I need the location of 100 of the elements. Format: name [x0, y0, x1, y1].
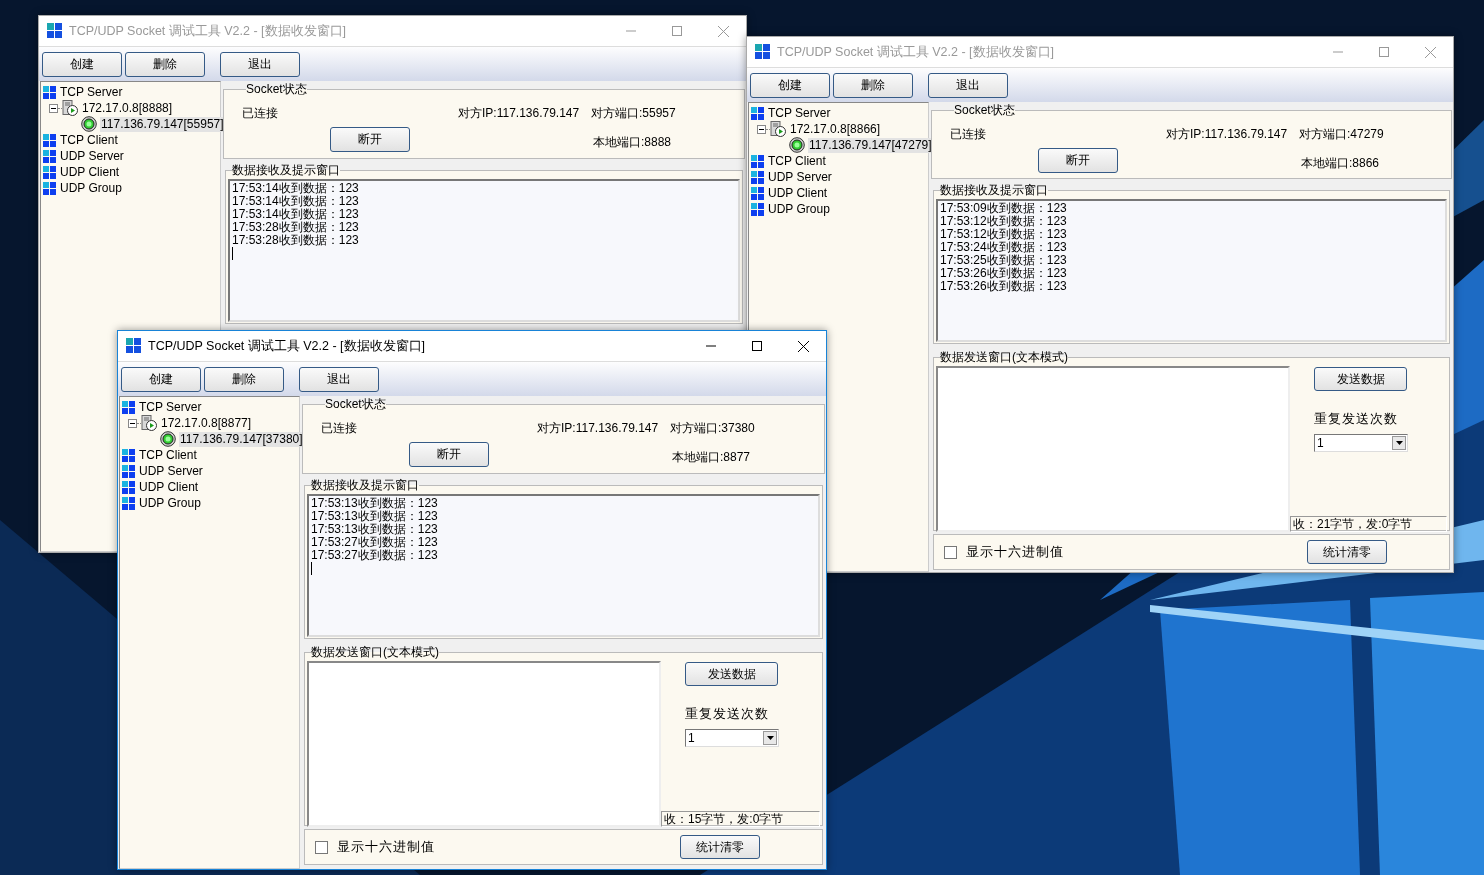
log-line: 17:53:12收到数据：123 [940, 228, 1068, 242]
connection-icon [81, 116, 97, 132]
local-port-label: 本地端口:8877 [672, 449, 751, 466]
tree-item[interactable]: 172.17.0.8[8877] [160, 415, 253, 431]
reset-stats-button[interactable]: 统计清零 [1307, 540, 1387, 565]
window-title: TCP/UDP Socket 调试工具 V2.2 - [数据收发窗口] [777, 43, 1056, 61]
peer-ip-label: 对方IP:117.136.79.147 [537, 420, 660, 437]
hex-checkbox[interactable] [944, 545, 957, 559]
tree-item[interactable]: UDP Client [138, 479, 200, 495]
peer-port-label: 对方端口:37380 [670, 420, 755, 437]
app-icon [126, 338, 142, 354]
tree-item[interactable]: UDP Group [138, 495, 202, 511]
tree-item[interactable]: 117.136.79.147[37380] [179, 431, 304, 447]
repeat-count-label: 重复发送次数 [685, 706, 769, 723]
checkbox-label: 显示十六进制值 [337, 838, 435, 856]
tree-item[interactable]: TCP Server [767, 105, 832, 121]
toolbar-button[interactable]: 创建 [42, 51, 122, 77]
log-line: 17:53:14收到数据：123 [232, 182, 360, 195]
log-line: 17:53:13收到数据：123 [311, 497, 439, 510]
connection-status: 已连接 [321, 420, 358, 437]
peer-port-label: 对方端口:55957 [591, 105, 676, 122]
log-line: 17:53:26收到数据：123 [940, 280, 1068, 294]
maximize-icon [752, 341, 762, 351]
repeat-count-dropdown[interactable]: 1 [1314, 434, 1408, 453]
tree-item[interactable]: 117.136.79.147[47279] [808, 137, 933, 153]
connection-status: 已连接 [242, 105, 279, 122]
connection-status: 已连接 [950, 126, 987, 143]
peer-ip-label: 对方IP:117.136.79.147 [458, 105, 581, 122]
tree-item[interactable]: UDP Server [767, 169, 833, 185]
log-line: 17:53:12收到数据：123 [940, 215, 1068, 229]
close-icon [717, 25, 729, 37]
send-data-button[interactable]: 发送数据 [685, 662, 778, 686]
send-text-field[interactable] [936, 366, 1290, 533]
tree-item[interactable]: 172.17.0.8[8888] [81, 100, 174, 116]
toolbar-button[interactable]: 退出 [928, 72, 1008, 98]
toolbar-button[interactable]: 创建 [121, 366, 201, 392]
collapse-toggle-icon[interactable] [49, 103, 58, 113]
log-line: 17:53:24收到数据：123 [940, 241, 1068, 255]
local-port-label: 本地端口:8866 [1301, 155, 1380, 172]
tree-item[interactable]: TCP Client [767, 153, 827, 169]
peer-port-label: 对方端口:47279 [1299, 126, 1384, 143]
window-title: TCP/UDP Socket 调试工具 V2.2 - [数据收发窗口] [148, 337, 427, 355]
server-play-icon [770, 121, 786, 137]
send-data-button[interactable]: 发送数据 [1314, 367, 1407, 392]
receive-text-area[interactable]: 17:53:14收到数据：123 17:53:14收到数据：123 17:53:14收到数据：123 17:53:28收到数据：123 17:53:28收到数据：123 [228, 179, 740, 322]
log-line: 17:53:13收到数据：123 [311, 523, 439, 536]
toolbar-button[interactable]: 删除 [833, 72, 913, 98]
caret-icon [1395, 441, 1403, 446]
log-line: 17:53:25收到数据：123 [940, 254, 1068, 268]
repeat-count-dropdown[interactable]: 1 [685, 729, 779, 747]
tree-item[interactable]: UDP Client [59, 164, 121, 180]
tree-item[interactable]: UDP Group [767, 201, 831, 217]
group-title: 数据接收及提示窗口 [311, 477, 419, 494]
tree-item[interactable]: TCP Server [138, 399, 203, 415]
group-title: 数据接收及提示窗口 [940, 182, 1048, 200]
maximize-icon [672, 26, 682, 36]
reset-stats-button[interactable]: 统计清零 [680, 835, 760, 859]
toolbar-button[interactable]: 退出 [220, 51, 300, 77]
tree-item[interactable]: TCP Client [138, 447, 198, 463]
hex-checkbox[interactable] [315, 840, 328, 854]
disconnect-button[interactable]: 断开 [1038, 148, 1118, 173]
tree-item[interactable]: 172.17.0.8[8866] [789, 121, 882, 137]
toolbar-button[interactable]: 删除 [204, 366, 284, 392]
tree-item[interactable]: UDP Server [59, 148, 125, 164]
disconnect-button[interactable]: 断开 [330, 127, 410, 152]
send-text-field[interactable] [307, 661, 661, 827]
maximize-icon [1379, 47, 1389, 57]
receive-text-area[interactable]: 17:53:09收到数据：123 17:53:12收到数据：123 17:53:12收到数据：123 17:53:24收到数据：123 17:53:25收到数据：123 17:53:26收到数据：123 17:53:26收到数据：123 [936, 199, 1447, 343]
checkbox-label: 显示十六进制值 [966, 543, 1064, 561]
log-line: 17:53:26收到数据：123 [940, 267, 1068, 281]
disconnect-button[interactable]: 断开 [409, 442, 489, 467]
group-title: Socket状态 [954, 102, 1015, 119]
connection-icon [789, 137, 805, 153]
tree-item[interactable]: UDP Group [59, 180, 123, 196]
tree-item[interactable]: TCP Client [59, 132, 119, 148]
toolbar-button[interactable]: 创建 [750, 72, 830, 98]
log-line: 17:53:27收到数据：123 [311, 536, 439, 549]
connection-icon [160, 431, 176, 447]
log-line: 17:53:14收到数据：123 [232, 195, 360, 208]
group-title: 数据接收及提示窗口 [232, 162, 340, 179]
receive-text-area[interactable]: 17:53:13收到数据：123 17:53:13收到数据：123 17:53:13收到数据：123 17:53:27收到数据：123 17:53:27收到数据：123 [307, 494, 820, 637]
log-line: 17:53:28收到数据：123 [232, 221, 360, 234]
log-line: 17:53:09收到数据：123 [940, 202, 1068, 216]
collapse-toggle-icon[interactable] [757, 124, 766, 134]
tree-item[interactable]: UDP Client [767, 185, 829, 201]
server-play-icon [62, 100, 78, 116]
log-line: 17:53:14收到数据：123 [232, 208, 360, 221]
tree-item[interactable]: UDP Server [138, 463, 204, 479]
tree-item[interactable]: 117.136.79.147[55957] [100, 116, 225, 132]
collapse-toggle-icon[interactable] [128, 418, 137, 428]
local-port-label: 本地端口:8888 [593, 134, 672, 151]
group-title: Socket状态 [325, 396, 386, 413]
group-title: Socket状态 [246, 81, 307, 98]
tree-item[interactable]: TCP Server [59, 84, 124, 100]
toolbar-button[interactable]: 退出 [299, 366, 379, 392]
byte-count-status: 收：21字节，发:0字节 [1290, 516, 1447, 533]
log-line: 17:53:13收到数据：123 [311, 510, 439, 523]
app-icon [47, 23, 63, 39]
app-icon [755, 44, 771, 60]
toolbar-button[interactable]: 删除 [125, 51, 205, 77]
